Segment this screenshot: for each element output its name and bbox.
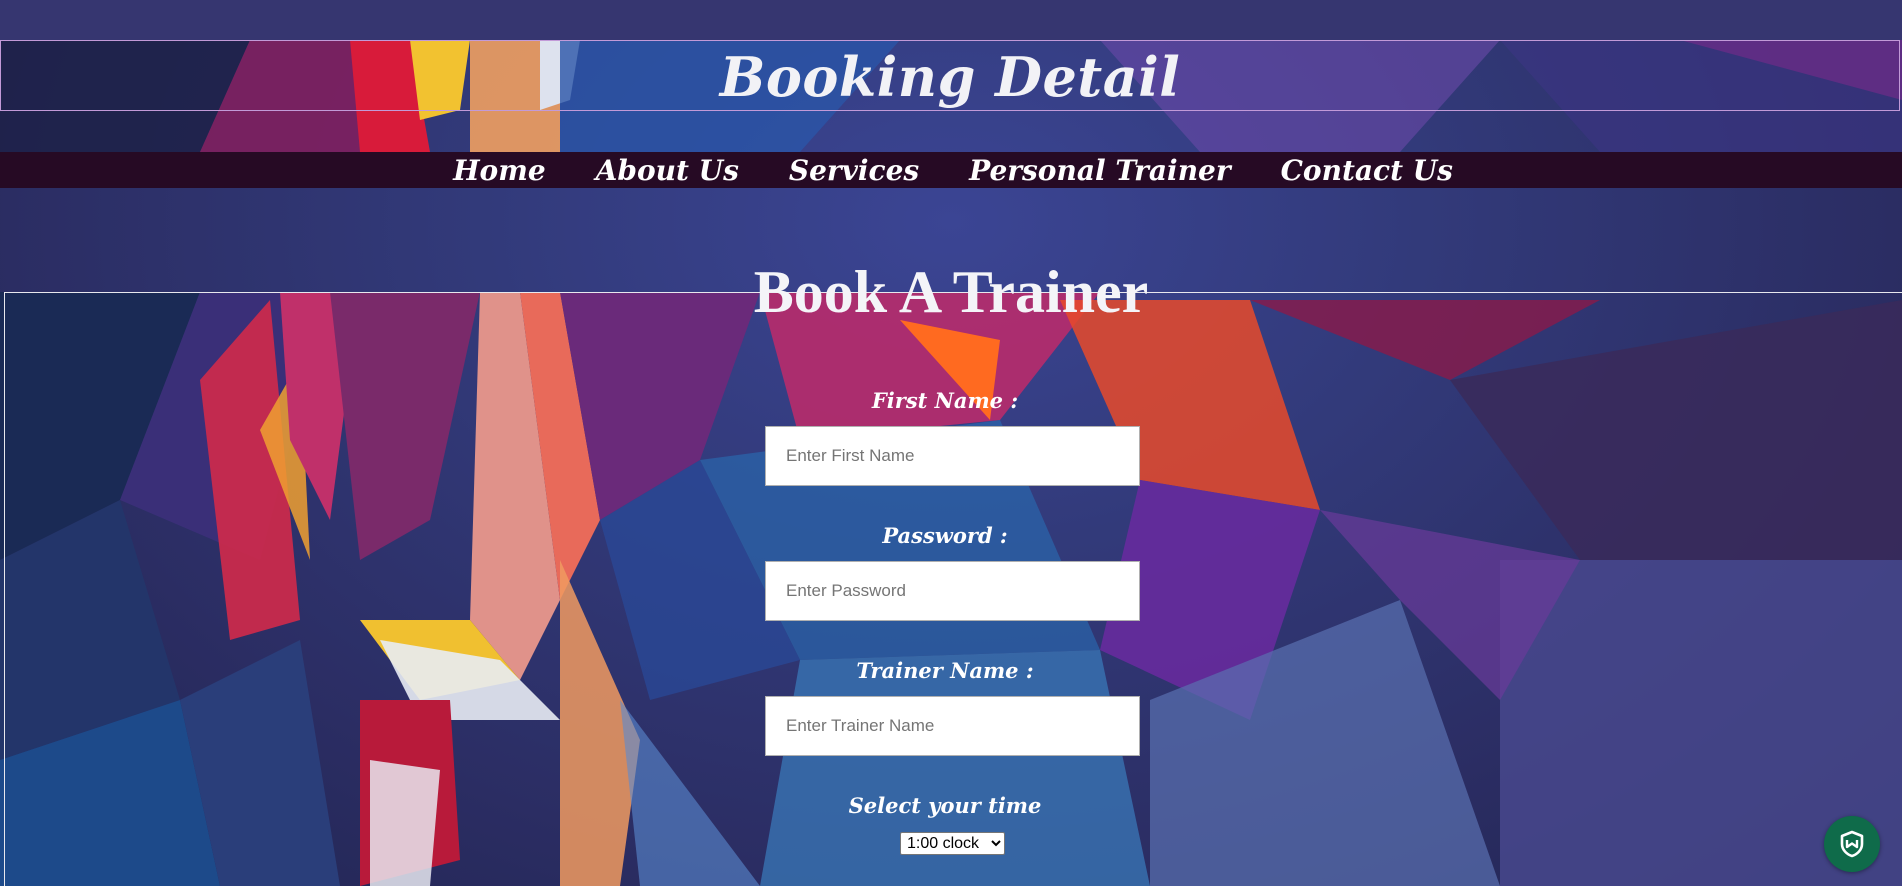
form-title: Book A Trainer <box>0 258 1902 327</box>
trainer-name-input[interactable] <box>765 696 1140 756</box>
first-name-label: First Name : <box>871 388 1019 413</box>
nav-item-contact-us[interactable]: Contact Us <box>1277 154 1453 187</box>
first-name-input[interactable] <box>765 426 1140 486</box>
time-label: Select your time <box>848 793 1042 818</box>
chat-widget-button[interactable] <box>1824 816 1880 872</box>
nav-item-home[interactable]: Home <box>449 154 546 187</box>
top-strip <box>0 0 1902 40</box>
nav-item-about-us[interactable]: About Us <box>592 154 739 187</box>
password-label: Password : <box>882 523 1008 548</box>
shield-chat-icon <box>1840 830 1864 858</box>
nav-item-personal-trainer[interactable]: Personal Trainer <box>965 154 1230 187</box>
form-title-text: Book A Trainer <box>753 259 1149 325</box>
password-input[interactable] <box>765 561 1140 621</box>
page-title: Booking Detail <box>719 44 1181 109</box>
nav-item-services[interactable]: Services <box>785 154 919 187</box>
main-nav: Home About Us Services Personal Trainer … <box>0 152 1902 188</box>
page-header: Booking Detail <box>0 40 1900 111</box>
time-select[interactable]: 1:00 clock <box>900 832 1005 855</box>
trainer-name-label: Trainer Name : <box>856 658 1034 683</box>
